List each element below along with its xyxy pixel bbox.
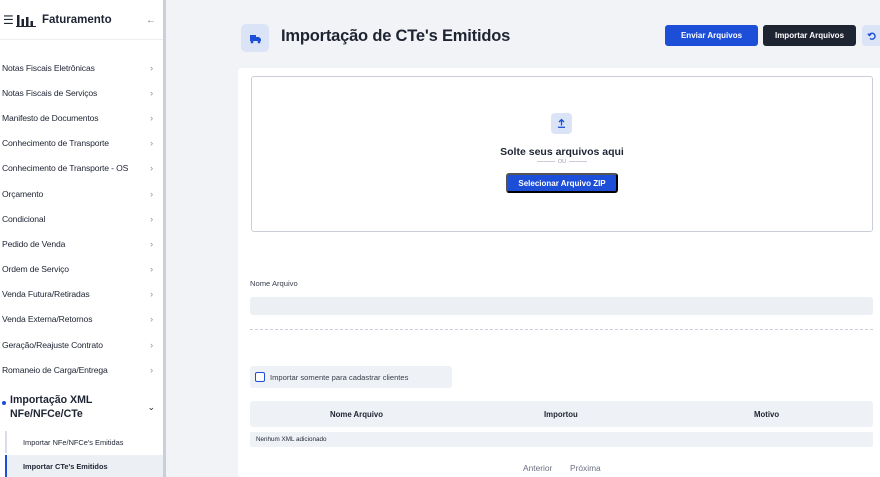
sidebar-item-label: Ordem de Serviço [2,264,69,275]
chevron-down-icon: ⌄ [147,401,155,412]
send-files-button[interactable]: Enviar Arquivos [665,25,758,46]
previous-page-link[interactable]: Anterior [523,463,552,473]
menu-icon[interactable]: ☰ [3,13,14,27]
sidebar-item-label: Venda Futura/Retiradas [2,289,90,300]
dropzone-title: Solte seus arquivos aqui [500,146,624,158]
refresh-button[interactable] [862,25,880,46]
chevron-right-icon: › [150,339,153,350]
sidebar-item-cte[interactable]: Conhecimento de Transporte › [0,131,163,156]
sidebar-menu: Notas Fiscais Eletrônicas › Notas Fiscais… [0,55,163,382]
sidebar-item-label: Condicional [2,213,46,224]
select-zip-button[interactable]: Selecionar Arquivo ZIP [506,173,618,193]
sidebar-item-manifesto[interactable]: Manifesto de Documentos › [0,105,163,130]
column-header-imported: Importou [544,410,578,419]
chevron-right-icon: › [150,264,153,275]
sidebar-subitem-label: Importar CTe's Emitidos [23,461,108,471]
chevron-right-icon: › [150,289,153,300]
sidebar-item-pedido-venda[interactable]: Pedido de Venda › [0,231,163,256]
chevron-right-icon: › [150,87,153,98]
sidebar-item-label: Orçamento [2,188,44,199]
chevron-right-icon: › [150,138,153,149]
sidebar-item-label: Venda Externa/Retornos [2,314,93,325]
sidebar-item-label: Manifesto de Documentos [2,112,99,123]
page-title: Importação de CTe's Emitidos [281,27,511,45]
import-card: Solte seus arquivos aqui OU Selecionar A… [238,68,880,477]
chevron-right-icon: › [150,62,153,73]
sidebar-item-condicional[interactable]: Condicional › [0,206,163,231]
sidebar-item-label: Romaneio de Carga/Entrega [2,364,108,375]
sidebar-item-orcamento[interactable]: Orçamento › [0,181,163,206]
file-name-input[interactable] [250,297,873,315]
active-dot-icon [2,401,6,405]
refresh-icon [867,32,876,40]
table-header: Nome Arquivo Importou Motivo [250,401,873,427]
chart-logo-icon [16,13,36,27]
next-page-link[interactable]: Próxima [570,463,601,473]
sidebar-item-label: Conhecimento de Transporte [2,138,109,149]
chevron-right-icon: › [150,112,153,123]
sidebar-subitem-importar-nfe[interactable]: Importar NFe/NFCe's Emitidas [5,431,163,453]
sidebar-item-label: Conhecimento de Transporte - OS [2,163,129,174]
column-header-reason: Motivo [754,410,780,419]
chevron-right-icon: › [150,188,153,199]
sidebar: ☰ Faturamento ← Notas Fiscais Eletrônica… [0,0,166,477]
sidebar-item-label: Geração/Reajuste Contrato [2,339,103,350]
sidebar-item-ordem-servico[interactable]: Ordem de Serviço › [0,257,163,282]
upload-icon [551,113,572,134]
table-empty-row: Nenhum XML adicionado [250,432,873,447]
sidebar-item-label: Pedido de Venda [2,238,66,249]
file-dropzone[interactable]: Solte seus arquivos aqui OU Selecionar A… [251,76,873,232]
clients-only-option[interactable]: Importar somente para cadastrar clientes [250,366,452,388]
file-name-label: Nome Arquivo [250,279,298,288]
collapse-arrow-icon[interactable]: ← [146,15,156,26]
dropzone-or-divider: OU [252,159,872,165]
section-divider [250,329,873,330]
chevron-right-icon: › [150,213,153,224]
sidebar-header: ☰ Faturamento ← [0,0,163,40]
sidebar-item-romaneio[interactable]: Romaneio de Carga/Entrega › [0,357,163,382]
sidebar-item-nfe[interactable]: Notas Fiscais Eletrônicas › [0,55,163,80]
sidebar-title: Faturamento [42,13,112,26]
sidebar-subitem-label: Importar NFe/NFCe's Emitidas [23,437,124,447]
clients-only-checkbox[interactable] [255,372,265,382]
sidebar-group-importacao-xml[interactable]: Importação XML NFe/NFCe/CTe ⌄ [0,387,163,427]
chevron-right-icon: › [150,238,153,249]
chevron-right-icon: › [150,314,153,325]
column-header-file-name: Nome Arquivo [330,410,383,419]
sidebar-item-venda-externa[interactable]: Venda Externa/Retornos › [0,307,163,332]
sidebar-subitem-importar-cte[interactable]: Importar CTe's Emitidos [5,455,163,477]
sidebar-item-label: Notas Fiscais de Serviços [2,87,98,98]
chevron-right-icon: › [150,364,153,375]
sidebar-item-venda-futura[interactable]: Venda Futura/Retiradas › [0,282,163,307]
chevron-right-icon: › [150,163,153,174]
sidebar-item-contrato[interactable]: Geração/Reajuste Contrato › [0,332,163,357]
sidebar-item-cte-os[interactable]: Conhecimento de Transporte - OS › [0,156,163,181]
main-content: Importação de CTe's Emitidos Enviar Arqu… [169,0,880,477]
sidebar-group-label: Importação XML NFe/NFCe/CTe [10,394,93,420]
truck-icon [241,24,269,52]
import-files-button[interactable]: Importar Arquivos [763,25,856,46]
sidebar-item-nfse[interactable]: Notas Fiscais de Serviços › [0,80,163,105]
clients-only-label: Importar somente para cadastrar clientes [270,372,409,382]
sidebar-item-label: Notas Fiscais Eletrônicas [2,62,95,73]
